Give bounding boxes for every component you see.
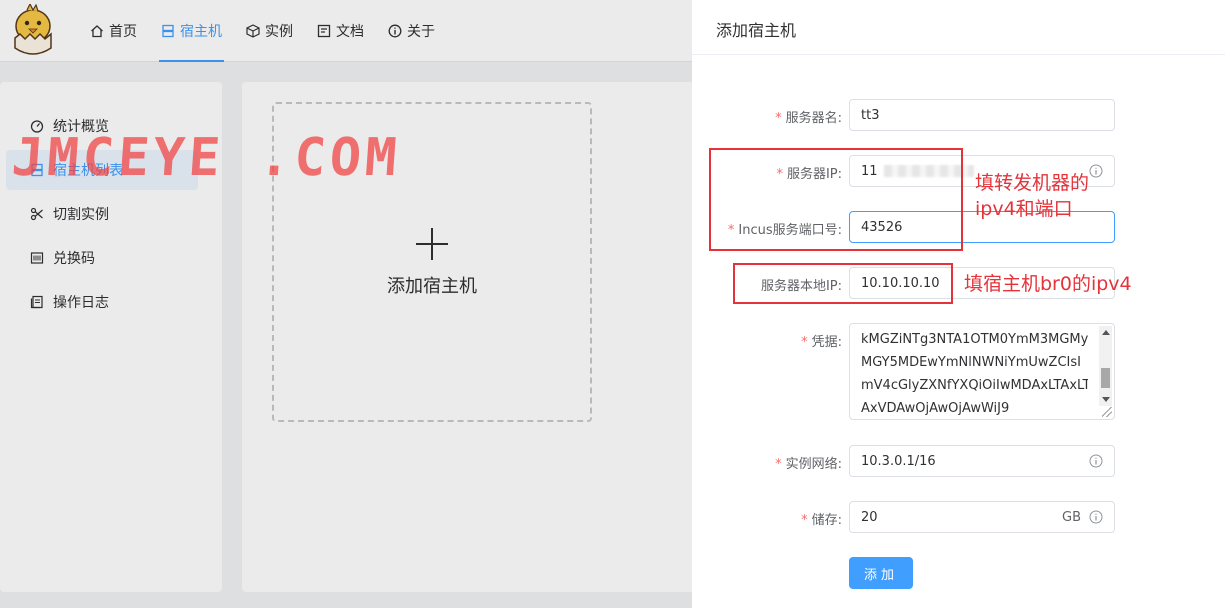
required-mark: * (801, 513, 808, 528)
credential-line: mV4cGlyZXNfYXQiOiIwMDAxLTAxLT (861, 378, 1088, 393)
scroll-down-arrow-icon[interactable] (1102, 397, 1110, 402)
annotation-host-note: 填宿主机br0的ipv4 (964, 273, 1132, 295)
watermark: JMCEYE .COM (9, 128, 403, 188)
storage-label-text: 储存: (811, 513, 842, 528)
required-mark: * (801, 335, 808, 350)
info-icon[interactable] (1089, 164, 1103, 178)
annotation-forward-line1: 填转发机器的 (975, 172, 1090, 194)
textarea-scrollbar[interactable] (1099, 326, 1112, 406)
required-mark: * (775, 111, 782, 126)
info-icon[interactable] (1089, 454, 1103, 468)
credential-textarea[interactable]: kMGZiNTg3NTA1OTM0YmM3MGMy MGY5MDEwYmNlNW… (849, 323, 1115, 420)
add-host-drawer: 添加宿主机 * 服务器名: tt3 * 服务器IP: 11 * Incus服务端口号:… (692, 0, 1225, 608)
network-label: * 实例网络: (775, 453, 842, 472)
required-mark: * (775, 457, 782, 472)
annotation-box-forward (709, 148, 963, 251)
add-button[interactable]: 添加 (849, 557, 913, 589)
resize-grip-icon[interactable] (1102, 407, 1112, 417)
annotation-box-host (733, 263, 953, 304)
server-name-input[interactable]: tt3 (849, 99, 1115, 131)
credential-label-text: 凭据: (811, 335, 842, 350)
scroll-thumb[interactable] (1101, 368, 1110, 388)
storage-unit: GB (1062, 509, 1081, 525)
drawer-title: 添加宿主机 (716, 21, 797, 40)
modal-overlay[interactable] (0, 0, 692, 608)
info-icon[interactable] (1089, 510, 1103, 524)
storage-input[interactable]: 20 GB (849, 501, 1115, 533)
drawer-divider (692, 54, 1225, 55)
annotation-forward-line2: ipv4和端口 (975, 198, 1073, 220)
storage-value: 20 (861, 509, 878, 525)
storage-label: * 储存: (801, 509, 842, 528)
credential-line: kMGZiNTg3NTA1OTM0YmM3MGMy (861, 332, 1088, 347)
network-value: 10.3.0.1/16 (861, 453, 936, 469)
network-label-text: 实例网络: (785, 457, 842, 472)
server-name-label: * 服务器名: (775, 107, 842, 126)
server-name-label-text: 服务器名: (785, 111, 842, 126)
scroll-up-arrow-icon[interactable] (1102, 330, 1110, 335)
network-input[interactable]: 10.3.0.1/16 (849, 445, 1115, 477)
credential-line: MGY5MDEwYmNlNWNiYmUwZCIsI (861, 355, 1081, 370)
server-name-value: tt3 (861, 107, 880, 123)
credential-line: AxVDAwOjAwOjAwWiJ9 (861, 401, 1010, 416)
credential-label: * 凭据: (801, 331, 842, 350)
